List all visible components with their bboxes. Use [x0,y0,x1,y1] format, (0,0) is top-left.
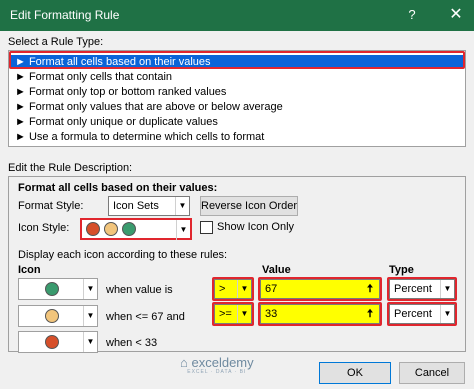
cancel-button[interactable]: Cancel [399,362,465,384]
watermark-brand: exceldemy [191,355,254,370]
row1-value-input[interactable]: 67 🠅 [260,279,380,299]
rule-type-item-unique-duplicate[interactable]: ► Format only unique or duplicate values [15,115,218,129]
rule-description-label: Edit the Rule Description: [8,162,133,174]
chevron-down-icon: ▼ [237,305,251,323]
row3-condition: when < 33 [106,337,158,349]
reverse-icon-order-button[interactable]: Reverse Icon Order [200,196,298,216]
row2-value-input[interactable]: 33 🠅 [260,304,380,324]
format-style-value: Icon Sets [113,200,159,212]
row2-operator-select[interactable]: >= ▼ [214,304,252,324]
row2-type-value: Percent [394,308,432,320]
yellow-circle-icon [45,309,59,323]
cell-reference-icon[interactable]: 🠅 [362,281,378,297]
watermark-logo-icon: ⌂ [180,355,188,370]
row1-type-value: Percent [394,283,432,295]
chevron-down-icon: ▼ [440,305,454,323]
row2-condition: when <= 67 and [106,311,185,323]
row2-icon-select[interactable]: ▼ [18,305,98,327]
rule-type-item-cells-contain[interactable]: ► Format only cells that contain [15,70,172,84]
icon-style-label: Icon Style: [18,222,70,234]
description-heading: Format all cells based on their values: [18,182,218,194]
chevron-down-icon: ▼ [83,306,97,326]
type-column-header: Type [389,264,414,276]
watermark-tagline: EXCEL · DATA · BI [187,369,247,375]
chevron-down-icon: ▼ [83,279,97,299]
rule-type-item-formula[interactable]: ► Use a formula to determine which cells… [15,130,264,144]
icon-column-header: Icon [18,264,41,276]
close-button[interactable]: ✕ [446,5,466,25]
rules-intro-label: Display each icon according to these rul… [18,249,228,261]
red-circle-icon [45,335,59,349]
row2-type-select[interactable]: Percent ▼ [389,304,455,324]
row3-icon-select[interactable]: ▼ [18,331,98,353]
title-bar: Edit Formatting Rule ? ✕ [0,0,474,31]
row1-condition: when value is [106,284,173,296]
row2-operator-value: >= [219,308,232,320]
green-circle-icon [122,222,136,236]
row1-value: 67 [265,283,278,295]
rule-type-list[interactable]: ► Format all cells based on their values… [8,50,466,147]
rule-type-item-all-cells[interactable]: ► Format all cells based on their values [11,55,463,69]
ok-button[interactable]: OK [319,362,391,384]
help-button[interactable]: ? [402,6,422,24]
show-icon-only-label: Show Icon Only [217,221,295,233]
chevron-down-icon: ▼ [175,197,189,215]
window-title: Edit Formatting Rule [10,8,120,22]
row1-operator-value: > [219,283,226,295]
icon-style-select[interactable]: ▼ [80,218,192,240]
row1-icon-select[interactable]: ▼ [18,278,98,300]
show-icon-only-checkbox[interactable] [200,221,213,234]
format-style-label: Format Style: [18,200,84,212]
red-circle-icon [86,222,100,236]
cell-reference-icon[interactable]: 🠅 [362,306,378,322]
yellow-circle-icon [104,222,118,236]
chevron-down-icon: ▼ [237,280,251,298]
row1-type-select[interactable]: Percent ▼ [389,279,455,299]
value-column-header: Value [262,264,291,276]
chevron-down-icon: ▼ [440,280,454,298]
rule-type-label: Select a Rule Type: [8,36,104,48]
row2-value: 33 [265,308,278,320]
chevron-down-icon: ▼ [176,220,190,240]
format-style-select[interactable]: Icon Sets ▼ [108,196,190,216]
green-circle-icon [45,282,59,296]
rule-type-item-top-bottom[interactable]: ► Format only top or bottom ranked value… [15,85,226,99]
row1-operator-select[interactable]: > ▼ [214,279,252,299]
exceldemy-watermark: ⌂ exceldemy EXCEL · DATA · BI [180,355,254,375]
chevron-down-icon: ▼ [83,332,97,352]
rule-type-item-above-below[interactable]: ► Format only values that are above or b… [15,100,283,114]
